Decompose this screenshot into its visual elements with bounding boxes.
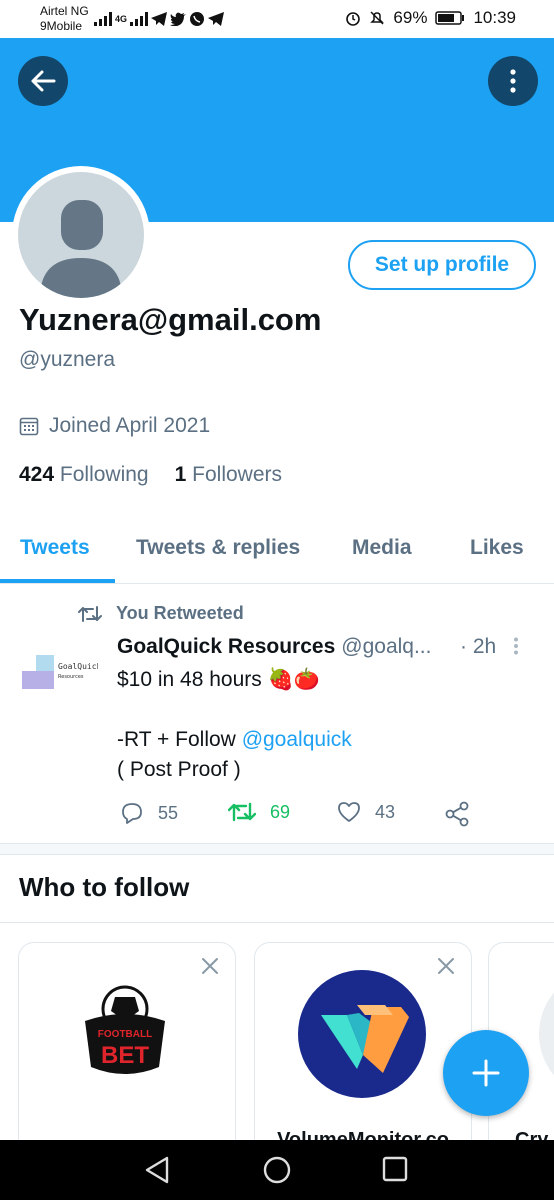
default-person-icon <box>40 200 122 298</box>
setup-profile-button[interactable]: Set up profile <box>348 240 536 290</box>
twitter-icon <box>170 12 187 26</box>
heart-icon <box>338 802 360 822</box>
tweet-menu-button[interactable] <box>513 637 519 661</box>
who-to-follow-title: Who to follow <box>19 872 190 902</box>
tweet[interactable]: You Retweeted GoalQuick Resources GoalQu… <box>0 585 554 843</box>
clock-time: 10:39 <box>473 8 516 27</box>
following-link[interactable]: 424 Following <box>19 463 149 487</box>
calendar-icon <box>19 417 39 436</box>
avatar-text-2: Resources <box>58 674 84 680</box>
followers-link[interactable]: 1 Followers <box>175 463 282 487</box>
tweet-author-handle[interactable]: @goalq... <box>341 635 431 659</box>
close-icon <box>202 958 218 974</box>
nav-recents-button[interactable] <box>382 1156 408 1187</box>
tweet-line-3: ( Post Proof ) <box>117 758 241 781</box>
carrier-line-2: 9Mobile <box>40 19 83 33</box>
reply-button[interactable]: 55 <box>120 801 178 825</box>
football-text: FOOTBALL <box>98 1029 152 1040</box>
volumemonitor-logo <box>297 969 427 1104</box>
status-icons-right: 69% 10:39 <box>345 8 516 28</box>
avatar <box>18 172 144 298</box>
carrier-label: Airtel NG 9Mobile <box>40 4 89 34</box>
retweet-count: 69 <box>270 801 291 822</box>
dismiss-card-button[interactable] <box>437 957 455 980</box>
square-recents-icon <box>382 1156 408 1182</box>
arrow-left-icon <box>31 70 56 92</box>
profile-handle: @yuznera <box>19 348 116 371</box>
battery-percent: 69% <box>393 8 428 27</box>
joined-date: Joined April 2021 <box>19 414 210 438</box>
signal-2-icon <box>130 12 149 26</box>
following-count: 424 <box>19 463 55 486</box>
follow-card[interactable]: VolumeMonitor.co <box>254 942 472 1162</box>
retweet-button[interactable]: 69 <box>228 801 290 823</box>
football-bet-logo: FOOTBALL BET <box>75 983 175 1088</box>
back-button[interactable] <box>18 56 68 106</box>
vertical-dots-icon <box>514 637 518 655</box>
retweet-context: You Retweeted <box>78 603 244 624</box>
close-icon <box>438 958 454 974</box>
followers-count: 1 <box>174 463 187 486</box>
reply-icon <box>122 803 142 824</box>
reply-count: 55 <box>158 802 179 823</box>
whatsapp-icon <box>190 12 205 26</box>
more-options-button[interactable] <box>488 56 538 106</box>
tweet-author-avatar[interactable]: GoalQuick Resources <box>20 655 102 695</box>
carrier-line-1: Airtel NG <box>40 4 89 18</box>
nav-back-button[interactable] <box>144 1156 170 1189</box>
like-count: 43 <box>375 801 396 822</box>
retweet-label: You Retweeted <box>116 603 244 623</box>
tweet-line-1: $10 in 48 hours 🍓🍅 <box>117 668 320 691</box>
network-label: 4G <box>115 14 128 24</box>
tab-tweets-replies[interactable]: Tweets & replies <box>136 536 300 560</box>
follow-card[interactable]: FOOTBALL BET <box>18 942 236 1162</box>
signal-icon <box>94 12 112 26</box>
system-navigation-bar <box>0 1140 554 1200</box>
mute-bell-icon <box>370 11 385 25</box>
tweet-header: GoalQuick Resources @goalq... · 2h <box>117 635 537 659</box>
mention-link[interactable]: @goalquick <box>242 728 352 751</box>
tweet-text: $10 in 48 hours 🍓🍅 -RT + Follow @goalqui… <box>117 665 537 785</box>
vertical-dots-icon <box>510 69 516 93</box>
tweet-time: · 2h <box>460 635 497 658</box>
profile-tabs: Tweets Tweets & replies Media Likes <box>0 520 554 584</box>
tweet-line-2: -RT + Follow @goalquick <box>117 725 537 755</box>
compose-tweet-button[interactable] <box>443 1030 529 1116</box>
telegram-2-icon <box>208 12 225 26</box>
retweet-icon <box>228 802 256 822</box>
telegram-icon <box>151 12 168 26</box>
following-label: Following <box>59 463 149 486</box>
battery-icon <box>435 11 465 25</box>
active-tab-indicator <box>0 579 115 583</box>
bet-text: BET <box>101 1042 149 1069</box>
status-bar: Airtel NG 9Mobile 4G 69% 10:39 <box>0 0 554 38</box>
status-icons-left: 4G <box>94 9 225 29</box>
alarm-icon <box>346 12 361 26</box>
tab-tweets[interactable]: Tweets <box>20 536 90 560</box>
retweet-small-icon <box>78 605 102 622</box>
section-divider <box>0 843 554 855</box>
who-to-follow-divider <box>0 922 554 923</box>
triangle-back-icon <box>145 1156 169 1184</box>
display-name: Yuznera@gmail.com <box>19 302 322 337</box>
followers-label: Followers <box>192 463 282 486</box>
tweet-author-name[interactable]: GoalQuick Resources <box>117 635 335 659</box>
plus-icon <box>472 1059 500 1087</box>
tweet-actions: 55 69 43 <box>117 798 517 828</box>
joined-label: Joined April 2021 <box>49 414 211 437</box>
nav-home-button[interactable] <box>263 1156 291 1189</box>
tab-likes[interactable]: Likes <box>470 536 524 560</box>
card-avatar <box>539 969 554 1099</box>
dismiss-card-button[interactable] <box>201 957 219 980</box>
circle-home-icon <box>263 1156 291 1184</box>
tab-media[interactable]: Media <box>352 536 412 560</box>
like-button[interactable]: 43 <box>337 801 395 823</box>
share-button[interactable] <box>444 801 470 827</box>
avatar-text-1: GoalQuick <box>58 662 98 671</box>
profile-avatar-frame[interactable] <box>12 166 150 304</box>
tweet-line-2-text: -RT + Follow <box>117 728 242 751</box>
share-icon <box>445 801 469 827</box>
follow-stats: 424 Following 1 Followers <box>19 463 282 487</box>
